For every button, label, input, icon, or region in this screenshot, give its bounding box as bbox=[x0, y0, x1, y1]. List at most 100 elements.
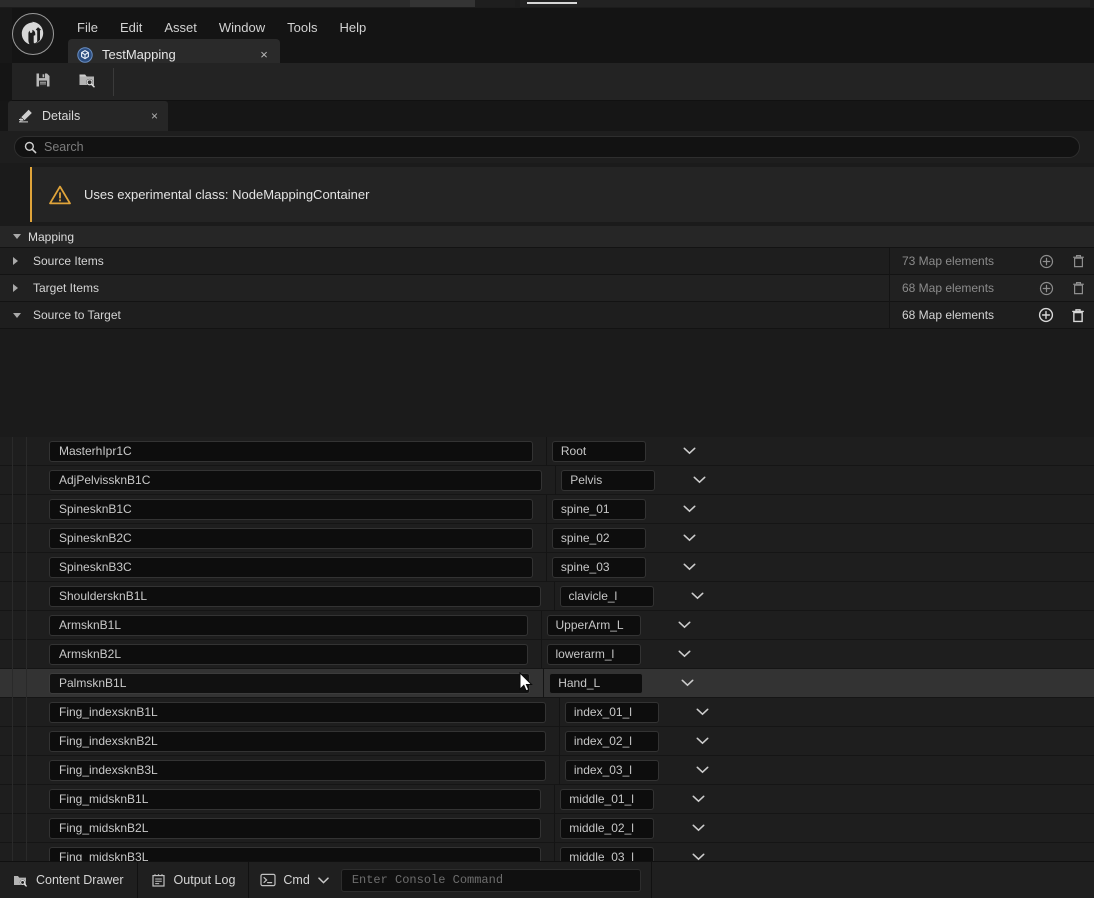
row-source-items[interactable]: Source Items 73 Map elements bbox=[0, 247, 1094, 275]
target-bone-combo[interactable]: index_01_l bbox=[564, 701, 659, 723]
console-command-input[interactable] bbox=[351, 873, 630, 887]
target-bone-combo[interactable]: lowerarm_l bbox=[546, 643, 641, 665]
mapping-row[interactable]: SpinesknB2C spine_02 bbox=[0, 523, 1094, 553]
source-bone-field[interactable]: SpinesknB1C bbox=[49, 498, 533, 520]
add-target-item-button[interactable] bbox=[1030, 281, 1062, 296]
content-drawer-button[interactable]: Content Drawer bbox=[0, 861, 138, 898]
chevron-down-icon[interactable] bbox=[685, 853, 711, 861]
source-bone-field[interactable]: ArmsknB1L bbox=[49, 614, 528, 636]
output-log-button[interactable]: Output Log bbox=[138, 861, 250, 898]
chevron-down-icon[interactable] bbox=[677, 505, 703, 513]
target-bone-combo[interactable]: Pelvis bbox=[561, 469, 656, 491]
clear-source-items-button[interactable] bbox=[1062, 253, 1094, 269]
chevron-down-icon[interactable] bbox=[677, 563, 703, 571]
chevron-down-icon[interactable] bbox=[674, 679, 700, 687]
chevron-down-icon[interactable] bbox=[672, 621, 698, 629]
target-bone-combo[interactable]: spine_03 bbox=[551, 556, 646, 578]
details-tab-close-icon[interactable]: × bbox=[151, 109, 158, 123]
mapping-row[interactable]: Fing_midsknB1L middle_01_l bbox=[0, 784, 1094, 814]
menu-item-file[interactable]: File bbox=[66, 17, 109, 38]
chevron-down-icon[interactable] bbox=[677, 534, 703, 542]
target-bone-combo[interactable]: clavicle_l bbox=[559, 585, 654, 607]
chevron-down-icon[interactable] bbox=[690, 766, 716, 774]
mapping-row[interactable]: Fing_indexsknB1L index_01_l bbox=[0, 697, 1094, 727]
chevron-down-icon[interactable] bbox=[690, 737, 716, 745]
save-button[interactable] bbox=[26, 69, 60, 95]
target-bone-combo[interactable]: middle_01_l bbox=[560, 788, 655, 810]
chevron-down-icon[interactable] bbox=[672, 650, 698, 658]
row-indent bbox=[0, 302, 13, 328]
menu-item-help[interactable]: Help bbox=[328, 17, 377, 38]
source-bone-field[interactable]: SpinesknB3C bbox=[49, 556, 533, 578]
tree-gutter-level-3 bbox=[27, 553, 49, 582]
mapping-row[interactable]: Fing_indexsknB3L index_03_l bbox=[0, 755, 1094, 785]
source-bone-field[interactable]: ArmsknB2L bbox=[49, 643, 528, 665]
mapping-row[interactable]: PalmsknB1L Hand_L bbox=[0, 668, 1094, 698]
chevron-down-icon[interactable] bbox=[685, 824, 711, 832]
target-bone-combo[interactable]: index_03_l bbox=[564, 759, 659, 781]
target-bone-combo[interactable]: UpperArm_L bbox=[546, 614, 641, 636]
chevron-down-icon[interactable] bbox=[677, 447, 703, 455]
target-bone-combo[interactable]: Hand_L bbox=[549, 672, 644, 694]
clear-mappings-button[interactable] bbox=[1062, 307, 1094, 324]
source-bone-field[interactable]: Fing_indexsknB3L bbox=[49, 759, 546, 781]
chevron-down-icon[interactable] bbox=[685, 592, 711, 600]
row-tail bbox=[712, 466, 1094, 495]
clear-target-items-button[interactable] bbox=[1062, 280, 1094, 296]
target-bone-combo[interactable]: index_02_l bbox=[564, 730, 659, 752]
target-bone-combo[interactable]: Root bbox=[551, 440, 646, 462]
status-bar: Content Drawer Output Log Cmd bbox=[0, 861, 1094, 898]
target-items-label: Target Items bbox=[33, 281, 100, 295]
expand-source-to-target-toggle[interactable] bbox=[13, 312, 33, 318]
source-bone-field[interactable]: SpinesknB2C bbox=[49, 527, 533, 549]
menu-item-window[interactable]: Window bbox=[208, 17, 276, 38]
search-box[interactable] bbox=[14, 136, 1080, 158]
search-input[interactable] bbox=[44, 140, 1070, 154]
source-bone-field[interactable]: AdjPelvissknB1C bbox=[49, 469, 543, 491]
chevron-down-icon[interactable] bbox=[690, 708, 716, 716]
source-bone-field[interactable]: Fing_midsknB2L bbox=[49, 817, 542, 839]
mapping-row[interactable]: MasterhIpr1C Root bbox=[0, 437, 1094, 466]
mapping-row[interactable]: Fing_indexsknB2L index_02_l bbox=[0, 726, 1094, 756]
mapping-row[interactable]: ArmsknB2L lowerarm_l bbox=[0, 639, 1094, 669]
source-bone-field[interactable]: Fing_midsknB1L bbox=[49, 788, 542, 810]
mapping-row[interactable]: Fing_midsknB2L middle_02_l bbox=[0, 813, 1094, 843]
menu-item-tools[interactable]: Tools bbox=[276, 17, 328, 38]
mapping-rows-list: MasterhIpr1C Root AdjPelvissknB1C Pelvis Spi… bbox=[0, 437, 1094, 898]
console-command-box[interactable] bbox=[340, 868, 641, 892]
mapping-row[interactable]: AdjPelvissknB1C Pelvis bbox=[0, 465, 1094, 495]
source-bone-field[interactable]: MasterhIpr1C bbox=[49, 440, 533, 462]
mapping-row[interactable]: ShouldersknB1L clavicle_l bbox=[0, 581, 1094, 611]
row-source-to-target[interactable]: Source to Target 68 Map elements bbox=[0, 301, 1094, 329]
chevron-down-icon[interactable] bbox=[685, 795, 711, 803]
browse-to-asset-button[interactable] bbox=[70, 69, 104, 95]
row-target-items[interactable]: Target Items 68 Map elements bbox=[0, 274, 1094, 302]
add-source-item-button[interactable] bbox=[1030, 254, 1062, 269]
status-bar-divider bbox=[650, 861, 652, 898]
target-bone-combo[interactable]: middle_02_l bbox=[560, 817, 655, 839]
category-header-mapping[interactable]: Mapping bbox=[0, 226, 1094, 248]
tab-details[interactable]: Details × bbox=[8, 101, 168, 131]
toolbar-divider bbox=[113, 68, 114, 96]
unreal-engine-logo-icon[interactable] bbox=[12, 13, 54, 55]
chevron-down-icon[interactable] bbox=[686, 476, 712, 484]
target-bone-combo[interactable]: spine_02 bbox=[551, 527, 646, 549]
tree-gutter-level-2 bbox=[13, 523, 27, 553]
mapping-row[interactable]: SpinesknB1C spine_01 bbox=[0, 494, 1094, 524]
cmd-selector[interactable]: Cmd bbox=[249, 862, 336, 898]
mapping-row[interactable]: ArmsknB1L UpperArm_L bbox=[0, 610, 1094, 640]
source-bone-field[interactable]: PalmsknB1L bbox=[49, 672, 531, 694]
add-mapping-button[interactable] bbox=[1030, 307, 1062, 323]
target-bone-combo[interactable]: spine_01 bbox=[551, 498, 646, 520]
source-bone-field[interactable]: Fing_indexsknB2L bbox=[49, 730, 546, 752]
source-bone-field[interactable]: Fing_indexsknB1L bbox=[49, 701, 546, 723]
expand-target-items-toggle[interactable] bbox=[13, 284, 33, 292]
row-tail bbox=[700, 669, 1094, 698]
expand-source-items-toggle[interactable] bbox=[13, 257, 33, 265]
menu-item-asset[interactable]: Asset bbox=[153, 17, 208, 38]
menu-item-edit[interactable]: Edit bbox=[109, 17, 153, 38]
asset-tab-close-icon[interactable]: × bbox=[257, 47, 271, 62]
mapping-row[interactable]: SpinesknB3C spine_03 bbox=[0, 552, 1094, 582]
content-drawer-label: Content Drawer bbox=[36, 873, 124, 887]
source-bone-field[interactable]: ShouldersknB1L bbox=[49, 585, 541, 607]
